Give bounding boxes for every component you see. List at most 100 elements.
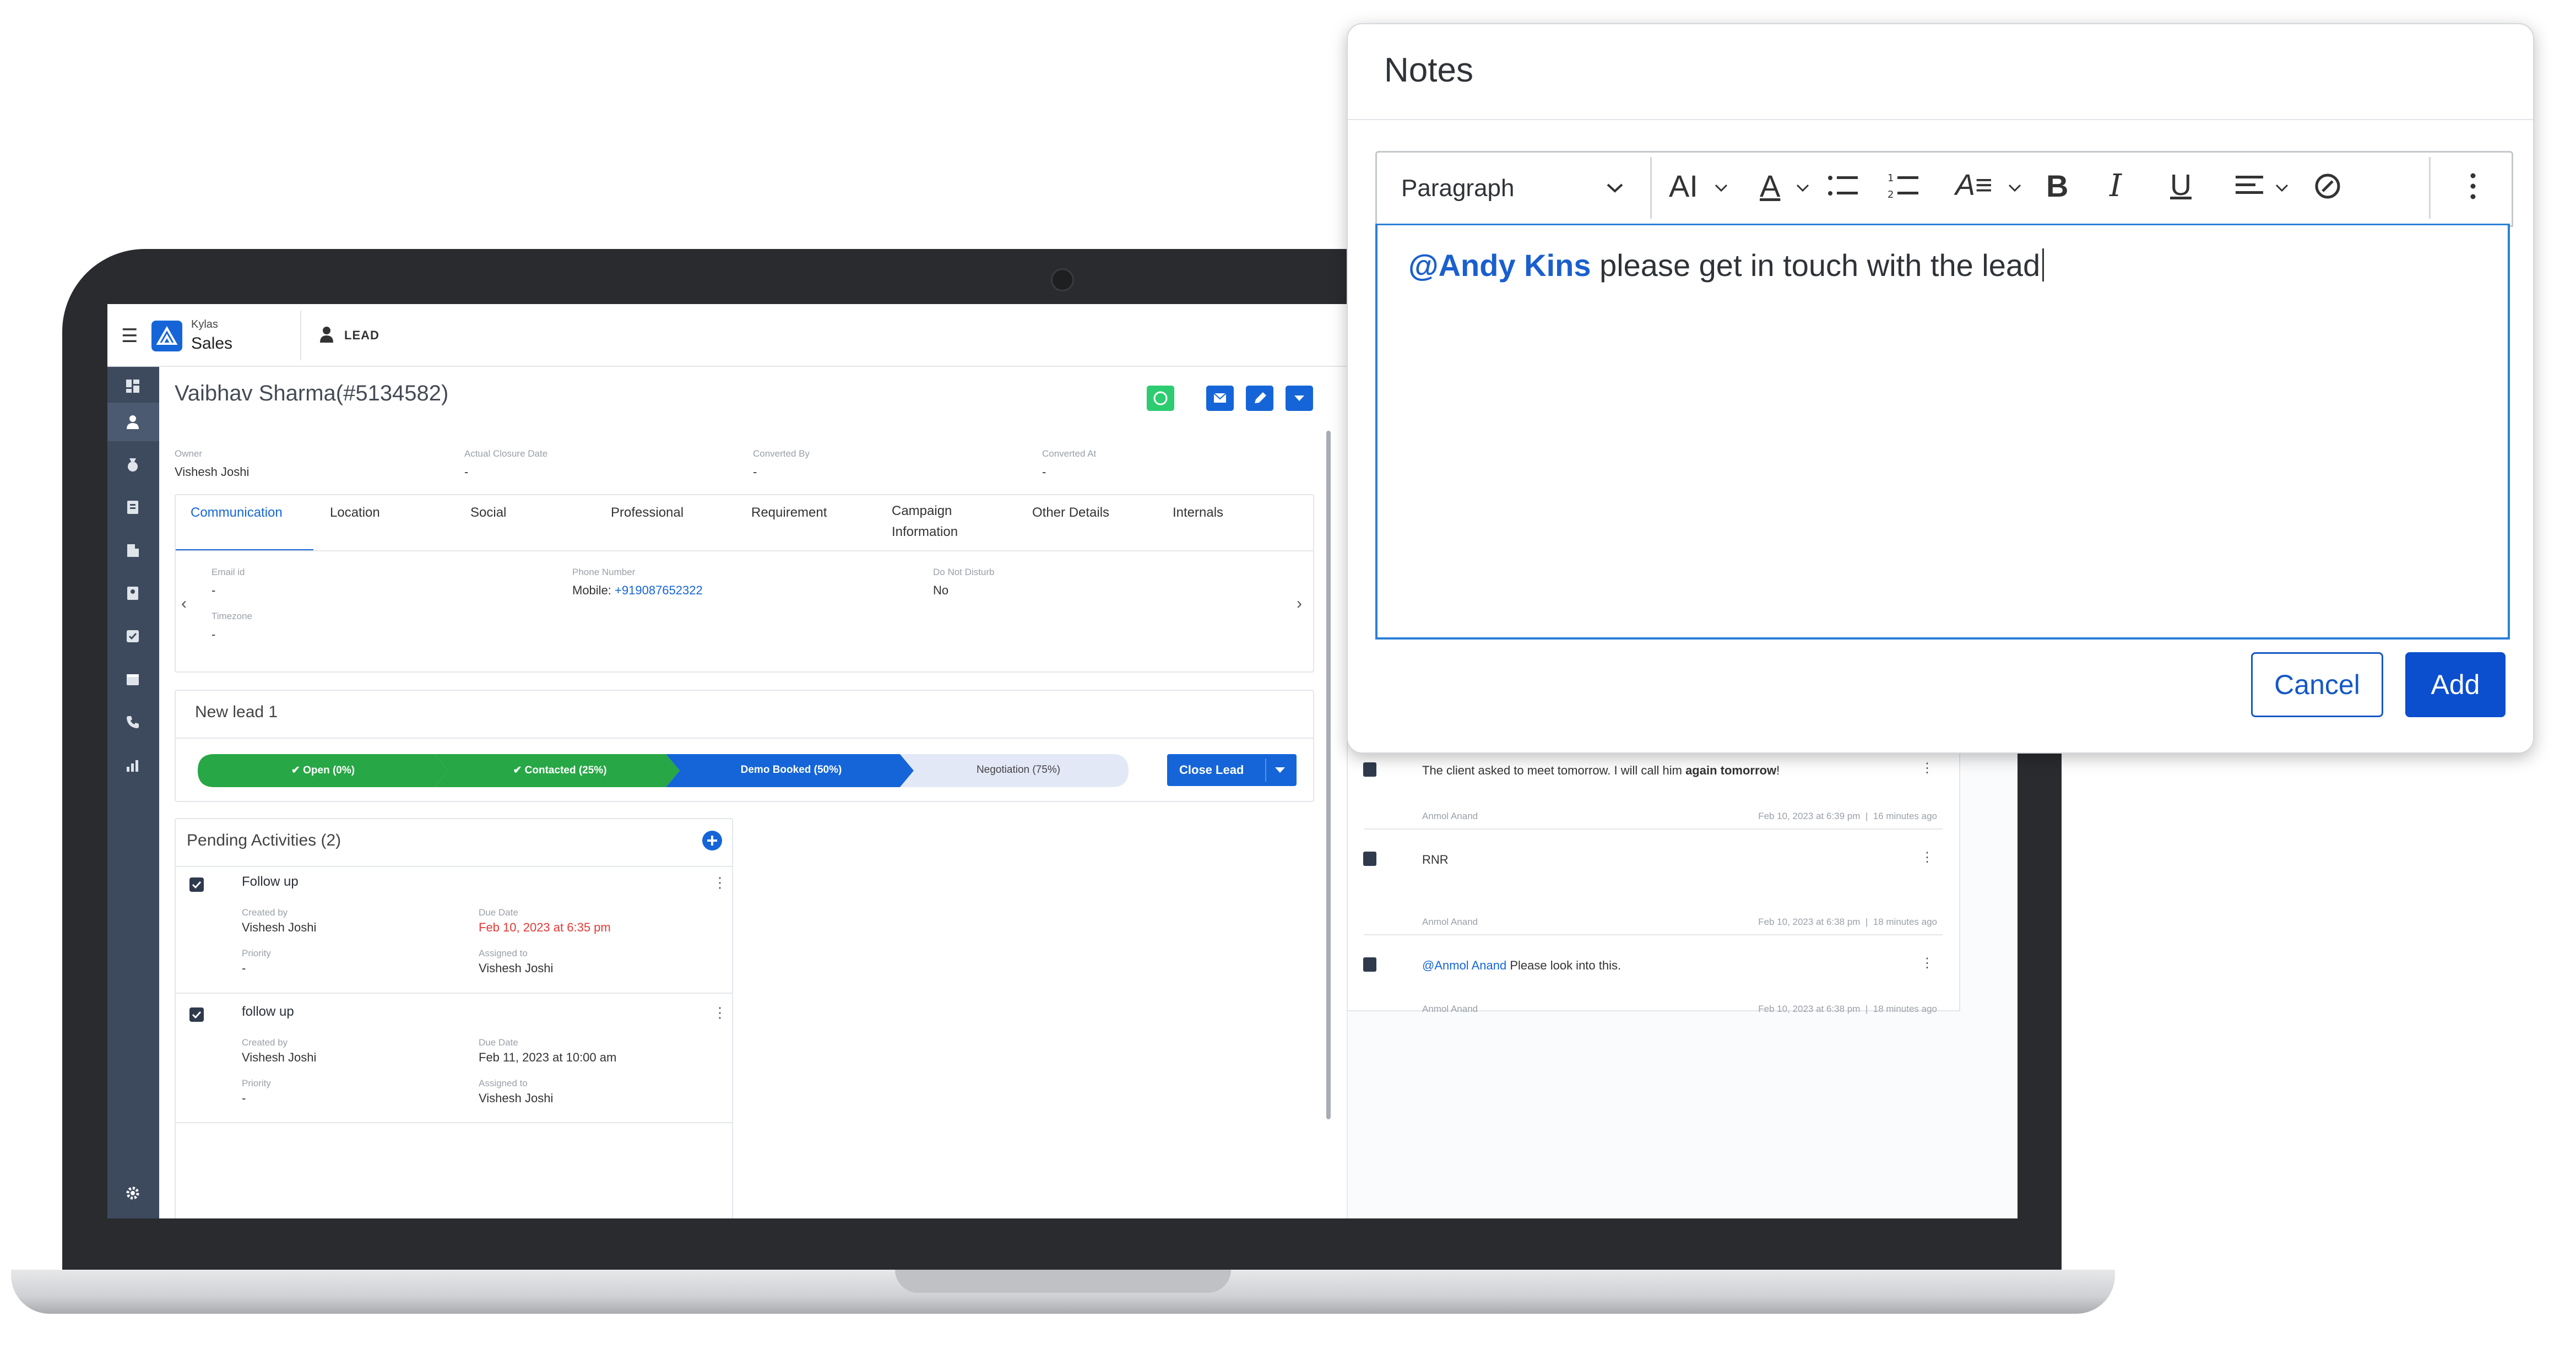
chevron-right-icon[interactable]: › [1297, 594, 1302, 613]
more-vertical-icon[interactable]: ⋮ [713, 1004, 727, 1021]
settings-icon[interactable] [124, 1185, 141, 1201]
chevron-down-icon[interactable] [1606, 181, 1624, 194]
brand-small: Kylas [191, 318, 218, 331]
phone-prefix: Mobile: [572, 583, 611, 597]
chevron-down-icon[interactable] [2275, 183, 2289, 193]
priority-label: Priority [242, 948, 271, 958]
add-activity-icon[interactable] [702, 830, 723, 851]
hamburger-menu-icon[interactable]: ☰ [121, 325, 138, 347]
whatsapp-button[interactable] [1147, 386, 1174, 411]
chevron-down-icon[interactable] [1273, 766, 1287, 774]
tab-location[interactable]: Location [330, 505, 380, 521]
editor-content[interactable]: @Andy Kins please get in touch with the … [1408, 247, 2044, 283]
mention-tag[interactable]: @Andy Kins [1408, 248, 1591, 283]
created-by-value: Vishesh Joshi [242, 1050, 317, 1064]
stage-contacted[interactable]: ✔ Contacted (25%) [440, 764, 680, 777]
companies-icon[interactable] [124, 542, 141, 559]
more-vertical-icon[interactable]: ⋮ [1921, 849, 1934, 865]
email-button[interactable] [1206, 386, 1234, 411]
assigned-value: Vishesh Joshi [479, 961, 554, 975]
split-divider [1265, 759, 1266, 782]
deals-icon[interactable] [124, 456, 141, 473]
font-size-icon[interactable]: AI [1669, 168, 1698, 204]
phone-icon[interactable] [124, 714, 141, 730]
tab-social[interactable]: Social [470, 505, 506, 521]
bold-icon[interactable]: B [2046, 168, 2068, 204]
note-divider [1364, 934, 1943, 935]
note-divider [1364, 828, 1943, 830]
chevron-down-icon[interactable] [2008, 183, 2022, 193]
note-author: Anmol Anand [1422, 1004, 1478, 1014]
cancel-button[interactable]: Cancel [2251, 652, 2383, 717]
priority-value: - [242, 1091, 246, 1105]
note-editor[interactable]: @Andy Kins please get in touch with the … [1375, 224, 2510, 640]
sidebar [107, 367, 159, 1218]
tab-other-details[interactable]: Other Details [1032, 505, 1109, 521]
chevron-left-icon[interactable]: ‹ [181, 594, 187, 613]
paragraph-select[interactable]: Paragraph [1401, 175, 1514, 202]
italic-icon[interactable]: I [2109, 168, 2122, 204]
stage-demo-booked[interactable]: Demo Booked (50%) [671, 764, 911, 776]
modal-title: Notes [1384, 51, 1473, 89]
lead-name: Vaibhav Sharma(#5134582) [175, 381, 449, 405]
note-icon [1363, 762, 1376, 777]
analytics-icon[interactable] [124, 757, 141, 773]
created-by-value: Vishesh Joshi [242, 920, 317, 934]
activity-title[interactable]: follow up [242, 1004, 294, 1020]
tasks-icon[interactable] [124, 628, 141, 644]
priority-label: Priority [242, 1078, 271, 1088]
tab-communication[interactable]: Communication [191, 505, 283, 521]
note-timestamp: Feb 10, 2023 at 6:39 pm | 16 minutes ago [1758, 811, 1937, 821]
more-options-icon[interactable] [2465, 169, 2481, 203]
link-icon[interactable] [2311, 169, 2345, 203]
tab-internals[interactable]: Internals [1173, 505, 1223, 521]
phone-link[interactable]: +919087652322 [615, 583, 703, 597]
numbered-list-icon[interactable]: 12 [1886, 169, 1921, 203]
priority-value: - [242, 961, 246, 975]
font-color-icon[interactable]: A [1760, 168, 1780, 204]
add-button[interactable]: Add [2405, 652, 2506, 717]
activity-title[interactable]: Follow up [242, 874, 299, 890]
laptop-notch [895, 1270, 1231, 1293]
note-timestamp: Feb 10, 2023 at 6:38 pm | 18 minutes ago [1758, 1004, 1937, 1014]
contacts-icon[interactable] [124, 499, 141, 516]
tab-campaign-information[interactable]: Campaign Information [892, 501, 985, 543]
chevron-down-icon[interactable] [1714, 183, 1728, 193]
more-vertical-icon[interactable]: ⋮ [1921, 760, 1934, 776]
toolbar-divider [1650, 157, 1652, 219]
activity-checkbox[interactable] [189, 1007, 204, 1022]
edit-button[interactable] [1246, 386, 1273, 411]
owner-label: Owner [175, 448, 203, 459]
note-text: RNR [1422, 853, 1449, 866]
stage-negotiation[interactable]: Negotiation (75%) [908, 764, 1129, 776]
scrollbar[interactable] [1326, 431, 1331, 1119]
bullet-list-icon[interactable] [1826, 169, 1860, 203]
reports-icon[interactable] [124, 585, 141, 602]
close-lead-button[interactable]: Close Lead [1167, 754, 1297, 786]
phone-label: Phone Number [572, 567, 636, 577]
underline-icon[interactable]: U [2170, 168, 2192, 202]
more-actions-dropdown[interactable] [1286, 386, 1313, 411]
created-by-label: Created by [242, 1037, 288, 1048]
due-date-value: Feb 11, 2023 at 10:00 am [479, 1050, 617, 1064]
note-mention[interactable]: @Anmol Anand [1422, 958, 1506, 972]
assigned-label: Assigned to [479, 948, 528, 958]
more-vertical-icon[interactable]: ⋮ [1921, 955, 1934, 971]
more-vertical-icon[interactable]: ⋮ [713, 874, 727, 891]
brand-name: Sales [191, 334, 233, 353]
chevron-down-icon[interactable] [1796, 183, 1810, 193]
created-by-label: Created by [242, 907, 288, 918]
timezone-value: - [211, 627, 216, 641]
leads-icon[interactable] [124, 414, 141, 430]
dashboard-icon[interactable] [124, 378, 141, 394]
text-style-icon[interactable]: A≡ [1955, 168, 1993, 202]
tab-requirement[interactable]: Requirement [751, 505, 827, 521]
item-divider [176, 993, 732, 994]
user-icon [319, 326, 334, 343]
align-left-icon[interactable] [2233, 169, 2268, 203]
tab-professional[interactable]: Professional [611, 505, 684, 521]
activity-checkbox[interactable] [189, 877, 204, 892]
details-tabs-panel: Communication Location Social Profession… [175, 494, 1314, 673]
calendar-icon[interactable] [124, 671, 141, 687]
stage-open[interactable]: ✔ Open (0%) [198, 764, 448, 777]
